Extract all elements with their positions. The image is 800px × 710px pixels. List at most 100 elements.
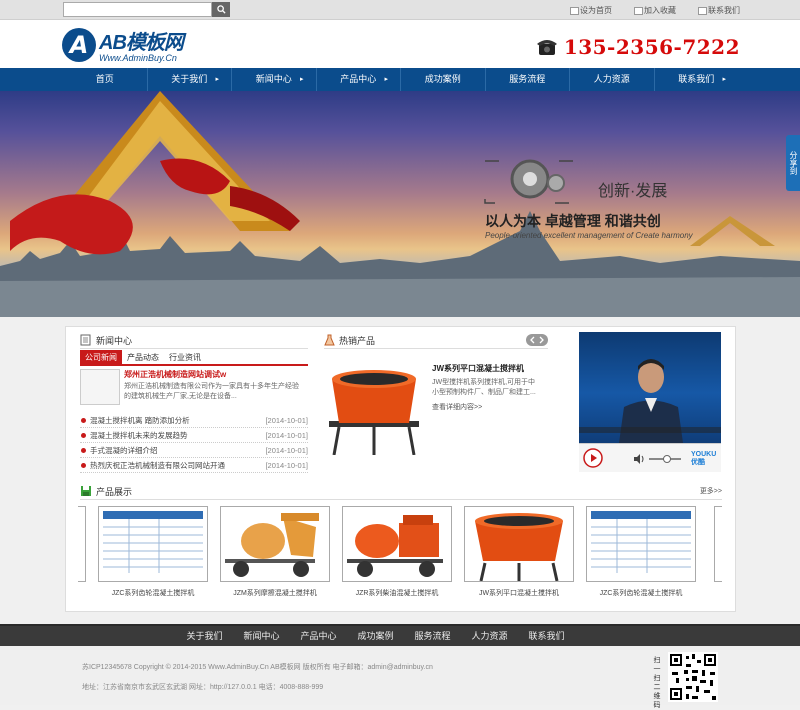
product-card[interactable]: JZC系列齿轮混凝土搅拌机 (98, 506, 208, 598)
footer-link-news[interactable]: 新闻中心 (233, 626, 290, 646)
add-favorite-link[interactable]: 加入收藏 (634, 5, 676, 16)
news-item-title[interactable]: 混凝土搅拌机未来的发展趋势 (80, 428, 188, 442)
tab-company-news[interactable]: 公司新闻 (80, 350, 122, 364)
nav-cases[interactable]: 成功案例 (401, 68, 486, 91)
footer-link-about[interactable]: 关于我们 (176, 626, 233, 646)
product-caption[interactable]: JW系列平口混凝土搅拌机 (464, 588, 574, 598)
product-caption[interactable]: JZC系列齿轮混凝土搅拌机 (98, 588, 208, 598)
news-thumbnail[interactable] (80, 369, 120, 405)
footer-link-service[interactable]: 服务流程 (404, 626, 461, 646)
product-image[interactable] (98, 506, 208, 582)
news-tabs: 公司新闻 产品动态 行业资讯 (80, 350, 308, 366)
tab-industry-news[interactable]: 行业资讯 (164, 350, 206, 364)
products-panel: 产品展示 更多>> JZC系列齿轮混凝土搅拌机 JZM系列摩擦混凝土搅拌机 JZ… (78, 483, 722, 605)
nav-about[interactable]: 关于我们 ▸ (148, 68, 232, 91)
chevron-right-icon: ▸ (384, 76, 388, 83)
carousel-edge-right (714, 506, 722, 582)
news-item-title[interactable]: 混凝土搅拌机离 踏防添加分析 (80, 413, 190, 427)
address-text: 地址：江苏省南京市玄武区玄武湖 网址：http://127.0.0.1 电话：4… (82, 684, 324, 691)
logo-name: AB模板网 (99, 32, 184, 54)
list-item[interactable]: 手式混凝的详细介绍 [2014-10-01] (80, 443, 308, 458)
nav-label: 服务流程 (509, 74, 546, 84)
news-item-title[interactable]: 手式混凝的详细介绍 (80, 443, 158, 457)
banner-slogan-title: 创新·发展 (598, 183, 668, 200)
read-more-link[interactable]: 查看详细内容>> (432, 402, 540, 412)
nav-service[interactable]: 服务流程 (486, 68, 570, 91)
presenter-frame (579, 359, 721, 443)
news-feature-title[interactable]: 郑州正浩机械制造网站调试w (124, 369, 302, 380)
product-caption[interactable]: JZC系列齿轮混凝土搅拌机 (586, 588, 696, 598)
video-player[interactable]: YOUKU 优酷 (579, 332, 721, 472)
nav-label: 成功案例 (424, 74, 461, 84)
footer-link-contact[interactable]: 联系我们 (518, 626, 575, 646)
nav-contact[interactable]: 联系我们 ▸ (655, 68, 739, 91)
hero-banner[interactable]: 创新·发展 以人为本 卓越管理 和谐共创 People-oriented exc… (0, 91, 800, 317)
product-image[interactable] (464, 506, 574, 582)
hot-product-image[interactable] (324, 359, 424, 455)
qr-label: 扫一扫二维码 (653, 657, 661, 709)
search-button[interactable] (212, 2, 230, 17)
share-tab[interactable]: 分享到 (786, 135, 800, 191)
product-image[interactable] (586, 506, 696, 582)
play-icon[interactable] (583, 448, 603, 468)
products-more-link[interactable]: 更多>> (700, 486, 722, 496)
logo-subtitle: Www.AdminBuy.Cn (99, 53, 177, 63)
banner-slogan-en: People-oriented excellent management of … (485, 231, 693, 240)
nav-label: 首页 (95, 74, 114, 84)
nav-home[interactable]: 首页 (63, 68, 148, 91)
products-title: 产品展示 (96, 486, 133, 497)
carousel-edge-left (78, 506, 86, 582)
news-item-title[interactable]: 热烈庆祝正浩机械制造有限公司网站开通 (80, 458, 225, 472)
hot-product-title[interactable]: JW系列平口混凝土搅拌机 (432, 363, 540, 374)
carousel-arrows-icon[interactable] (526, 334, 548, 346)
volume-handle[interactable] (663, 455, 671, 463)
contact-us-link[interactable]: 联系我们 (698, 5, 740, 16)
product-card[interactable]: JW系列平口混凝土搅拌机 (464, 506, 574, 598)
qr-code (668, 652, 718, 702)
product-card[interactable]: JZR系列柴油混凝土搅拌机 (342, 506, 452, 598)
product-image[interactable] (220, 506, 330, 582)
product-card[interactable]: JZM系列摩擦混凝土搅拌机 (220, 506, 330, 598)
hot-products-panel: 热销产品 JW系列平口混凝土搅拌机 JW型搅拌机系列搅拌机,可用于中小型预制构件… (324, 332, 548, 472)
main-nav: 首页 关于我们 ▸ 新闻中心 ▸ 产品中心 ▸ 成功案例 服务流程 人力资源 联系我们… (0, 68, 800, 91)
news-item-date: [2014-10-01] (265, 431, 308, 440)
news-list: 混凝土搅拌机离 踏防添加分析 [2014-10-01] 混凝土搅拌机未来的发展趋势… (80, 413, 308, 473)
footer-nav: 关于我们 新闻中心 产品中心 成功案例 服务流程 人力资源 联系我们 (0, 624, 800, 646)
banner-artwork (0, 91, 800, 317)
footer: 苏ICP12345678 Copyright © 2014-2015 Www.A… (0, 646, 800, 709)
set-homepage-link[interactable]: 设为首页 (570, 5, 612, 16)
footer-link-products[interactable]: 产品中心 (290, 626, 347, 646)
chevron-right-icon: ▸ (722, 76, 726, 83)
flask-icon (324, 334, 335, 346)
list-item[interactable]: 混凝土搅拌机未来的发展趋势 [2014-10-01] (80, 428, 308, 443)
chevron-right-icon: ▸ (215, 76, 219, 83)
phone-number: 135-2356-7222 (563, 35, 740, 59)
hotline: 135-2356-7222 (536, 35, 740, 59)
news-item-date: [2014-10-01] (265, 416, 308, 425)
search-input[interactable] (63, 2, 212, 17)
nav-news[interactable]: 新闻中心 ▸ (232, 68, 317, 91)
search-box (63, 2, 230, 17)
hot-product-desc: JW型搅拌机系列搅拌机,可用于中小型预制构件厂、制品厂和建工... (432, 379, 536, 396)
product-caption[interactable]: JZM系列摩擦混凝土搅拌机 (220, 588, 330, 598)
news-item-date: [2014-10-01] (265, 446, 308, 455)
news-feature[interactable]: 郑州正浩机械制造网站调试w 郑州正浩机械制造有限公司作为一家具有十多年生产经验的… (80, 369, 308, 411)
list-item[interactable]: 热烈庆祝正浩机械制造有限公司网站开通 [2014-10-01] (80, 458, 308, 473)
video-screen[interactable] (579, 332, 721, 443)
chevron-right-icon: ▸ (299, 76, 304, 83)
volume-icon[interactable] (633, 454, 645, 464)
footer-link-hr[interactable]: 人力资源 (461, 626, 518, 646)
nav-label: 新闻中心 (255, 74, 292, 84)
product-card[interactable]: JZC系列齿轮混凝土搅拌机 (586, 506, 696, 598)
news-icon (80, 334, 91, 346)
nav-products[interactable]: 产品中心 ▸ (317, 68, 401, 91)
footer-link-cases[interactable]: 成功案例 (347, 626, 404, 646)
news-feature-desc: 郑州正浩机械制造有限公司作为一家具有十多年生产经验的建筑机械生产厂家,无论是在设… (124, 383, 299, 400)
site-logo[interactable]: A AB模板网 Www.AdminBuy.Cn (62, 26, 184, 63)
tab-product-updates[interactable]: 产品动态 (122, 350, 164, 364)
news-item-date: [2014-10-01] (265, 461, 308, 470)
product-caption[interactable]: JZR系列柴油混凝土搅拌机 (342, 588, 452, 598)
nav-hr[interactable]: 人力资源 (570, 68, 655, 91)
product-image[interactable] (342, 506, 452, 582)
list-item[interactable]: 混凝土搅拌机离 踏防添加分析 [2014-10-01] (80, 413, 308, 428)
